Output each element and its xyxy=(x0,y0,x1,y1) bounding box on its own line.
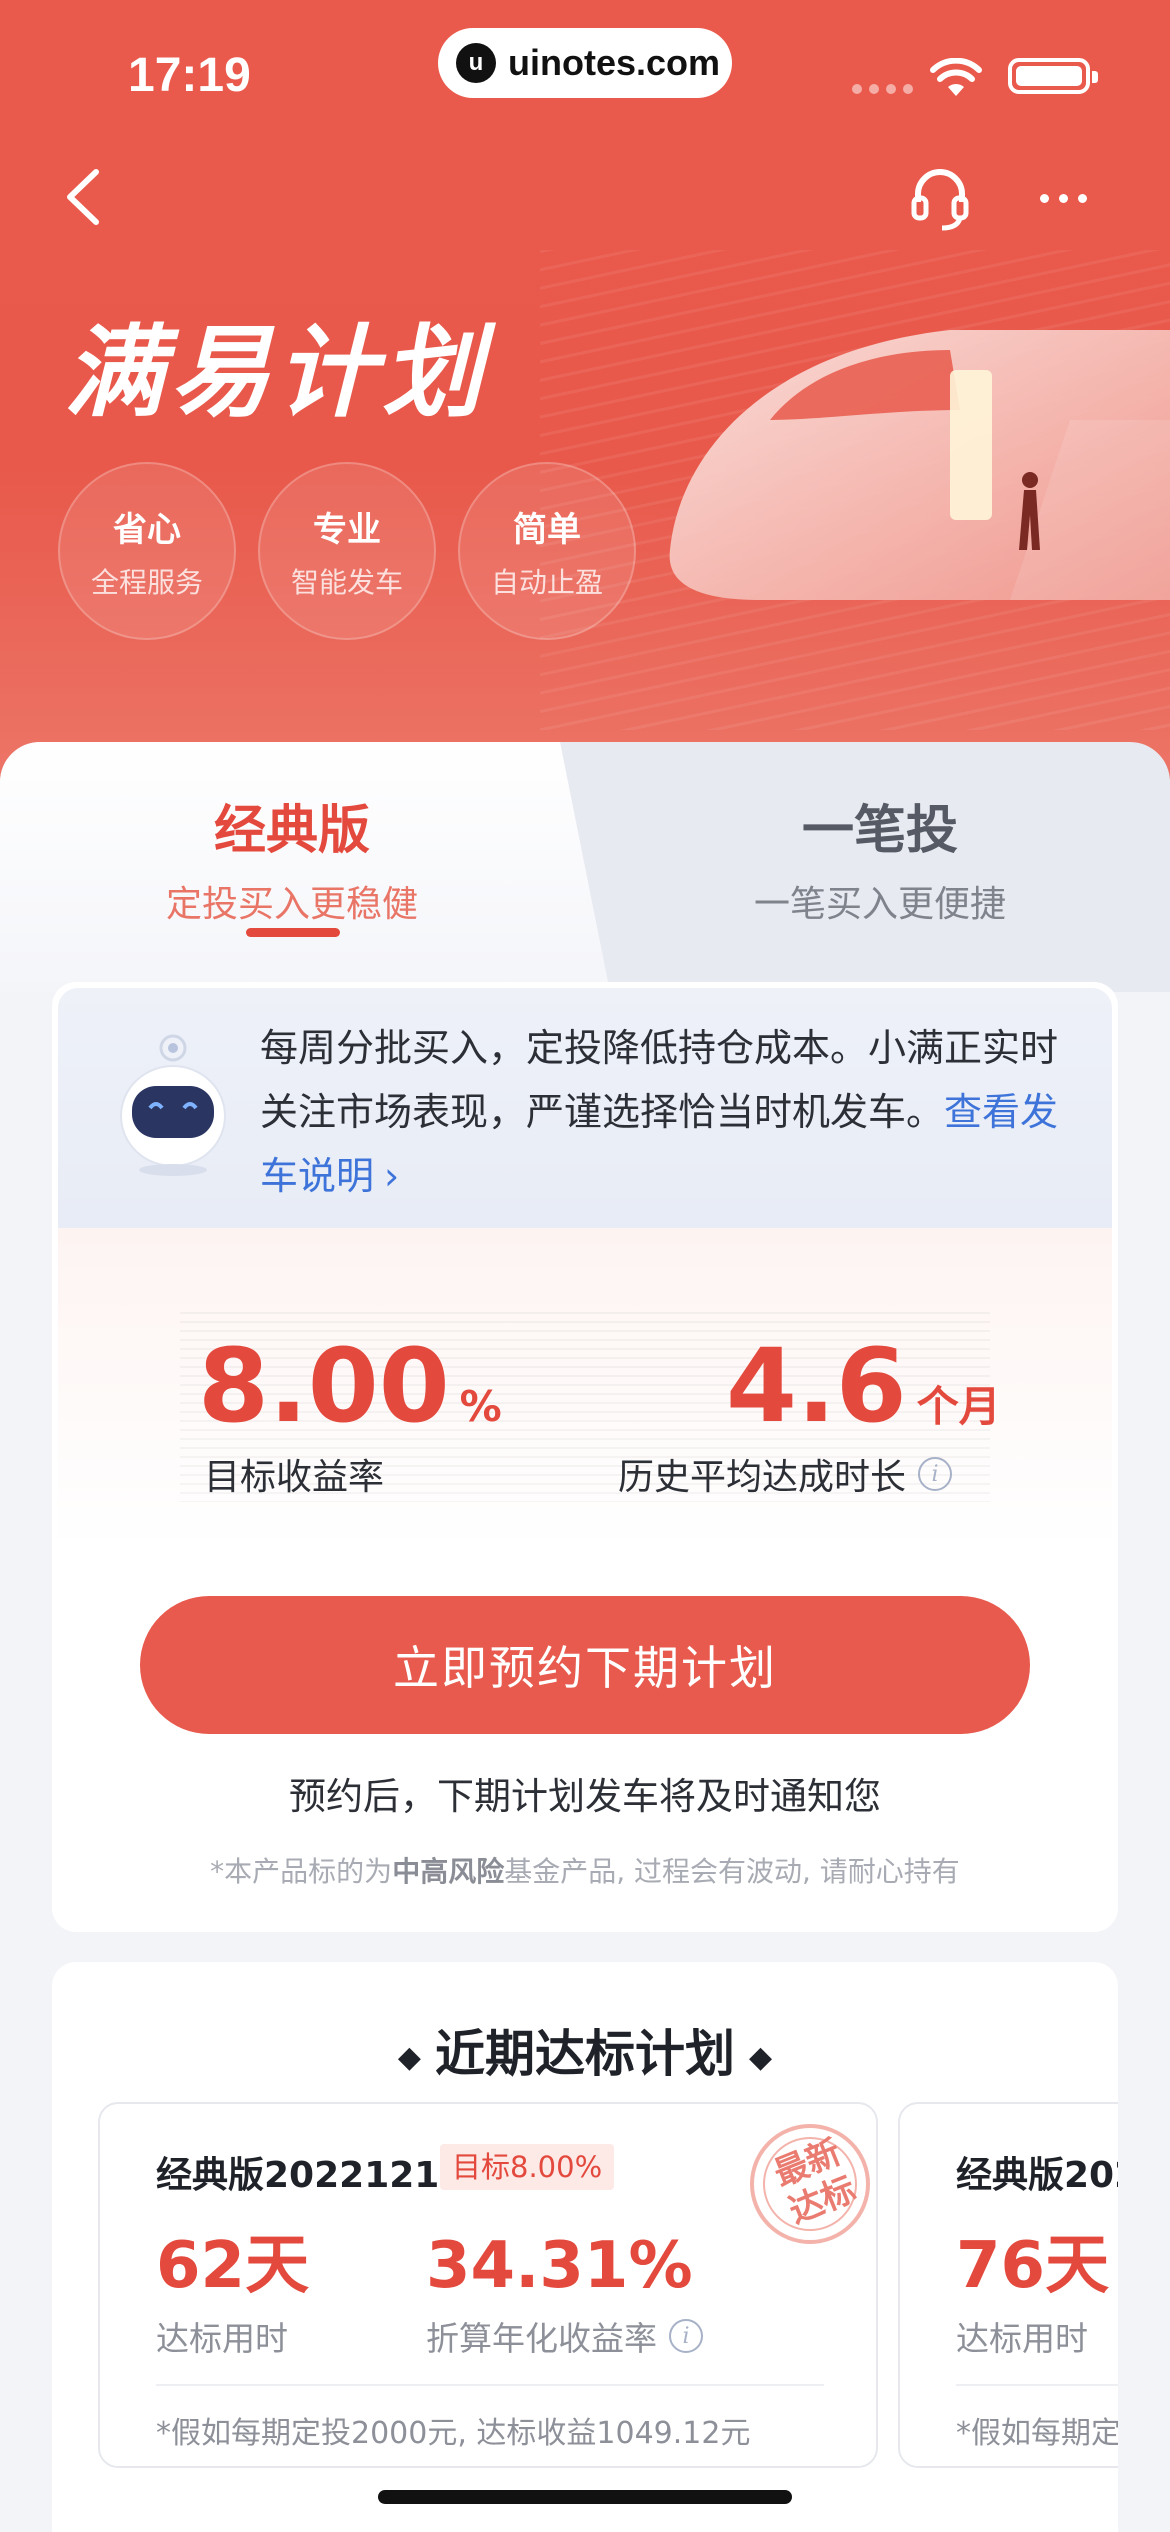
feature-title: 简单 xyxy=(513,509,581,550)
plan-footnote: *假如每期定 xyxy=(956,2416,1118,2451)
hero-banner: 17:19 u uinotes.com 满易计划 省心 全程服务 专业 智能发车 xyxy=(0,0,1170,780)
info-icon[interactable]: i xyxy=(918,1457,953,1491)
tab-classic[interactable]: 经典版 定投买入更稳健 xyxy=(52,788,532,927)
plan-days-label: 达标用时 xyxy=(156,2319,288,2358)
info-icon[interactable]: i xyxy=(669,2319,703,2353)
hero-title: 满易计划 xyxy=(64,314,488,431)
recent-plan-item[interactable]: 经典版202 76天 达标用时 *假如每期定 xyxy=(898,2102,1118,2468)
plan-days-metric: 62天 达标用时 xyxy=(156,2228,309,2360)
feature-title: 专业 xyxy=(313,509,381,550)
plan-rate-metric: 34.31% 折算年化收益率 i xyxy=(426,2228,703,2360)
plan-days: 62天 xyxy=(156,2229,310,2303)
tab-indicator xyxy=(246,928,340,937)
disclaimer-suffix: 基金产品, 过程会有波动, 请耐心持有 xyxy=(504,1855,960,1888)
avg-duration-unit: 个月 xyxy=(916,1382,1001,1431)
divider xyxy=(956,2384,1118,2386)
tab-title: 经典版 xyxy=(213,801,370,861)
plan-name: 经典版20221216 xyxy=(156,2155,465,2196)
feature-subtitle: 智能发车 xyxy=(290,565,403,599)
disclaimer-prefix: *本产品标的为 xyxy=(210,1855,393,1888)
feature-title: 省心 xyxy=(113,509,181,550)
title-dot-icon: ◆ xyxy=(397,2040,421,2075)
feature-badge: 专业 智能发车 xyxy=(258,462,436,640)
disclaimer-risk-level: 中高风险 xyxy=(392,1855,505,1888)
url-pill[interactable]: u uinotes.com xyxy=(438,28,732,98)
plan-card: 每周分批买入，定投降低持仓成本。小满正实时关注市场表现，严谨选择恰当时机发车。查… xyxy=(52,982,1118,1932)
recent-plans-card: ◆ 近期达标计划 ◆ 经典版20221216 目标8.00% 最新达标 62天 达标… xyxy=(52,1962,1118,2532)
headset-icon[interactable] xyxy=(908,162,972,232)
plan-days-metric: 76天 达标用时 xyxy=(956,2228,1109,2360)
home-indicator xyxy=(378,2490,792,2504)
plan-days-label: 达标用时 xyxy=(956,2319,1088,2358)
train-illustration xyxy=(669,330,1170,600)
more-icon[interactable] xyxy=(1040,178,1100,218)
tab-subtitle: 定投买入更稳健 xyxy=(165,884,418,925)
feature-subtitle: 自动止盈 xyxy=(490,565,603,599)
tab-subtitle: 一笔买入更便捷 xyxy=(753,884,1006,925)
avg-duration-label: 历史平均达成时长 xyxy=(618,1457,907,1498)
risk-disclaimer: *本产品标的为中高风险基金产品, 过程会有波动, 请耐心持有 xyxy=(52,1850,1118,1890)
title-dot-icon: ◆ xyxy=(749,2040,773,2075)
plan-days: 76天 xyxy=(956,2229,1110,2303)
reserve-next-plan-button[interactable]: 立即预约下期计划 xyxy=(140,1596,1030,1734)
target-rate-unit: % xyxy=(459,1382,502,1431)
divider xyxy=(156,2384,824,2386)
intro-text: 每周分批买入，定投降低持仓成本。小满正实时关注市场表现，严谨选择恰当时机发车。查… xyxy=(260,1016,1080,1208)
target-rate-label: 目标收益率 xyxy=(204,1457,385,1498)
latest-achieved-stamp: 最新达标 xyxy=(740,2114,880,2254)
url-text: uinotes.com xyxy=(508,42,721,83)
plan-name: 经典版202 xyxy=(956,2155,1118,2196)
status-bar: 17:19 u uinotes.com xyxy=(0,0,1170,150)
recent-title-text: 近期达标计划 xyxy=(435,2025,735,2083)
plan-footnote: *假如每期定投2000元, 达标收益1049.12元 xyxy=(156,2416,751,2451)
intro-description: 每周分批买入，定投降低持仓成本。小满正实时关注市场表现，严谨选择恰当时机发车。 xyxy=(260,1026,1059,1134)
feature-list: 省心 全程服务 专业 智能发车 简单 自动止盈 xyxy=(58,462,636,640)
wifi-icon xyxy=(930,58,982,96)
tab-lump-sum[interactable]: 一笔投 一笔买入更便捷 xyxy=(640,788,1120,927)
battery-icon xyxy=(1008,58,1098,94)
chevron-right-icon[interactable]: › xyxy=(384,1154,399,1198)
tab-title: 一笔投 xyxy=(801,801,958,861)
feature-subtitle: 全程服务 xyxy=(90,565,203,599)
signal-icon xyxy=(852,84,913,94)
plan-rate: 34.31% xyxy=(426,2229,693,2303)
robot-icon xyxy=(120,1034,226,1176)
back-icon[interactable] xyxy=(56,162,116,232)
avg-duration-stat: 4.6 个月 历史平均达成时长 i xyxy=(618,1332,1001,1500)
recent-plan-item[interactable]: 经典版20221216 目标8.00% 最新达标 62天 达标用时 34.31%… xyxy=(98,2102,878,2468)
plan-rate-label: 折算年化收益率 xyxy=(426,2319,657,2358)
feature-badge: 省心 全程服务 xyxy=(58,462,236,640)
feature-badge: 简单 自动止盈 xyxy=(458,462,636,640)
status-time: 17:19 xyxy=(128,49,251,102)
target-rate-stat: 8.00% 目标收益率 xyxy=(198,1332,502,1500)
plan-target-badge: 目标8.00% xyxy=(440,2144,615,2190)
avg-duration-value: 4.6 xyxy=(726,1327,907,1446)
target-rate-value: 8.00 xyxy=(198,1327,450,1446)
site-logo-icon: u xyxy=(456,43,496,83)
reserve-note: 预约后，下期计划发车将及时通知您 xyxy=(289,1775,881,1818)
intro-panel: 每周分批买入，定投降低持仓成本。小满正实时关注市场表现，严谨选择恰当时机发车。查… xyxy=(58,988,1112,1228)
recent-title: ◆ 近期达标计划 ◆ xyxy=(52,2014,1118,2086)
